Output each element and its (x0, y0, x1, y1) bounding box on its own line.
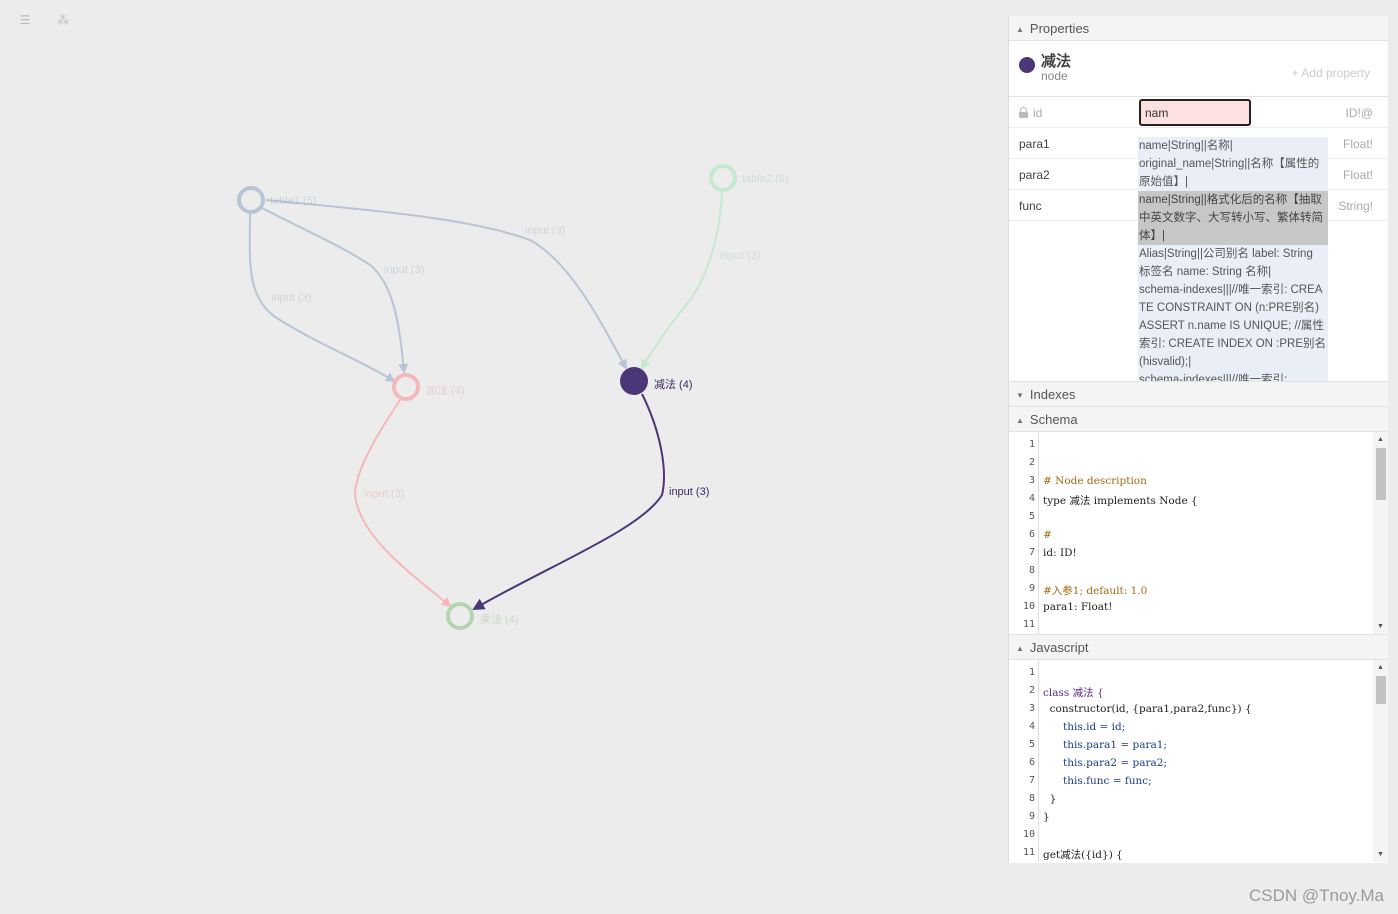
graph-canvas[interactable]: ☰ ⁂ table1 (5) table2 (5) 加法 (4) 减法 (4) … (0, 0, 1000, 914)
property-type[interactable]: Float! (1343, 137, 1373, 151)
node-kind: node (1041, 69, 1068, 83)
edge-label: input (3) (271, 292, 312, 304)
node-table2[interactable] (709, 164, 737, 192)
code-line: this.para1 = para1; (1043, 739, 1167, 751)
code-line: # Node description (1043, 475, 1147, 487)
property-type[interactable]: Float! (1343, 168, 1373, 182)
indexes-header[interactable]: ▼ Indexes (1009, 382, 1388, 407)
scroll-down-icon[interactable]: ▼ (1373, 623, 1388, 630)
javascript-editor[interactable]: 1 2 3 4 5 6 7 8 9 10 11 class 减法 { const… (1009, 660, 1388, 862)
properties-header[interactable]: ▲ Properties (1009, 16, 1388, 41)
code-line: para1: Float! (1043, 601, 1113, 613)
property-name[interactable]: para2 (1019, 168, 1050, 182)
node-title[interactable]: 减法 (1041, 50, 1071, 71)
javascript-scrollbar[interactable]: ▲ ▼ (1373, 660, 1388, 862)
node-label-table1: table1 (5) (270, 195, 317, 207)
code-line: #入参1; default: 1.0 (1043, 585, 1148, 597)
edge-label: input (3) (364, 488, 405, 500)
lock-icon (1019, 107, 1028, 118)
node-label-sub: 减法 (4) (654, 379, 693, 391)
node-color-dot[interactable] (1019, 57, 1035, 73)
line-gutter: 1 2 3 4 5 6 7 8 9 10 11 (1009, 432, 1039, 634)
node-table1[interactable] (237, 186, 265, 214)
edge-label: input (3) (384, 264, 425, 276)
edge-label: input (3) (669, 486, 710, 498)
collapse-down-icon: ▼ (1016, 391, 1024, 400)
autocomplete-option[interactable]: name|String||名称| (1138, 137, 1328, 155)
property-type[interactable]: ID!@ (1345, 106, 1373, 120)
schema-editor[interactable]: 1 2 3 4 5 6 7 8 9 10 11 # Node descripti… (1009, 432, 1388, 635)
edge-table1-add-b[interactable] (261, 207, 409, 374)
code-line: this.id = id; (1043, 721, 1126, 733)
line-gutter: 1 2 3 4 5 6 7 8 9 10 11 (1009, 660, 1039, 862)
code-line: # (1043, 529, 1052, 541)
autocomplete-dropdown[interactable]: name|String||名称| original_name|String||名… (1138, 137, 1328, 381)
code-line: get减法({id}) { (1043, 849, 1123, 861)
edge-label: input (3) (720, 250, 761, 262)
collapse-up-icon: ▲ (1016, 644, 1024, 653)
edge-add-mul[interactable] (353, 399, 452, 608)
node-label-table2: table2 (5) (742, 173, 789, 185)
code-line: this.para2 = para2; (1043, 757, 1167, 769)
node-label-mul: 乘法 (4) (480, 614, 519, 626)
autocomplete-option[interactable]: original_name|String||名称【属性的原始值】| (1138, 155, 1328, 191)
collapse-up-icon: ▲ (1016, 25, 1024, 34)
scroll-thumb[interactable] (1376, 676, 1386, 704)
code-line: this.func = func; (1043, 775, 1152, 787)
add-property-button[interactable]: + Add property (1292, 66, 1370, 80)
node-label-add: 加法 (4) (426, 385, 465, 397)
autocomplete-option[interactable]: schema-indexes|||//唯一索引: (1138, 371, 1328, 381)
code-line: } (1043, 793, 1057, 805)
autocomplete-option[interactable]: schema-indexes|||//唯一索引: CREATE CONSTRAI… (1138, 281, 1328, 371)
watermark: CSDN @Tnoy.Ma (1248, 886, 1384, 905)
property-name[interactable]: para1 (1019, 137, 1050, 151)
edge-sub-mul[interactable] (472, 393, 665, 611)
schema-header[interactable]: ▲ Schema (1009, 407, 1388, 432)
graph-svg (237, 164, 737, 630)
node-add[interactable] (392, 373, 420, 401)
code-line: class 减法 { (1043, 687, 1104, 699)
autocomplete-option[interactable]: Alias|String||公司别名 label: String 标签名 nam… (1138, 245, 1328, 281)
code-line: } (1043, 811, 1050, 823)
code-line: constructor(id, {para1,para2,func}) { (1043, 703, 1252, 715)
node-header: 减法 node + Add property (1009, 41, 1388, 97)
scroll-up-icon[interactable]: ▲ (1373, 664, 1388, 671)
property-type[interactable]: String! (1338, 199, 1373, 213)
node-sub[interactable] (620, 367, 648, 395)
schema-scrollbar[interactable]: ▲ ▼ (1373, 432, 1388, 634)
code-line: type 减法 implements Node { (1043, 495, 1198, 507)
property-row-id: id ID!@ (1009, 97, 1388, 128)
collapse-up-icon: ▲ (1016, 416, 1024, 425)
autocomplete-option-selected[interactable]: name|String||格式化后的名称【抽取中英文数字、大写转小写、繁体转简体… (1138, 191, 1328, 245)
edge-label: input (3) (525, 225, 566, 237)
code-line: id: ID! (1043, 547, 1077, 559)
property-name[interactable]: func (1019, 199, 1042, 213)
scroll-thumb[interactable] (1376, 448, 1386, 500)
node-mul[interactable] (446, 602, 474, 630)
property-name: id (1033, 106, 1043, 120)
javascript-header[interactable]: ▲ Javascript (1009, 635, 1388, 660)
edge-table2-sub[interactable] (641, 191, 723, 370)
id-value-input[interactable] (1139, 99, 1251, 126)
scroll-down-icon[interactable]: ▼ (1373, 851, 1388, 858)
scroll-up-icon[interactable]: ▲ (1373, 436, 1388, 443)
